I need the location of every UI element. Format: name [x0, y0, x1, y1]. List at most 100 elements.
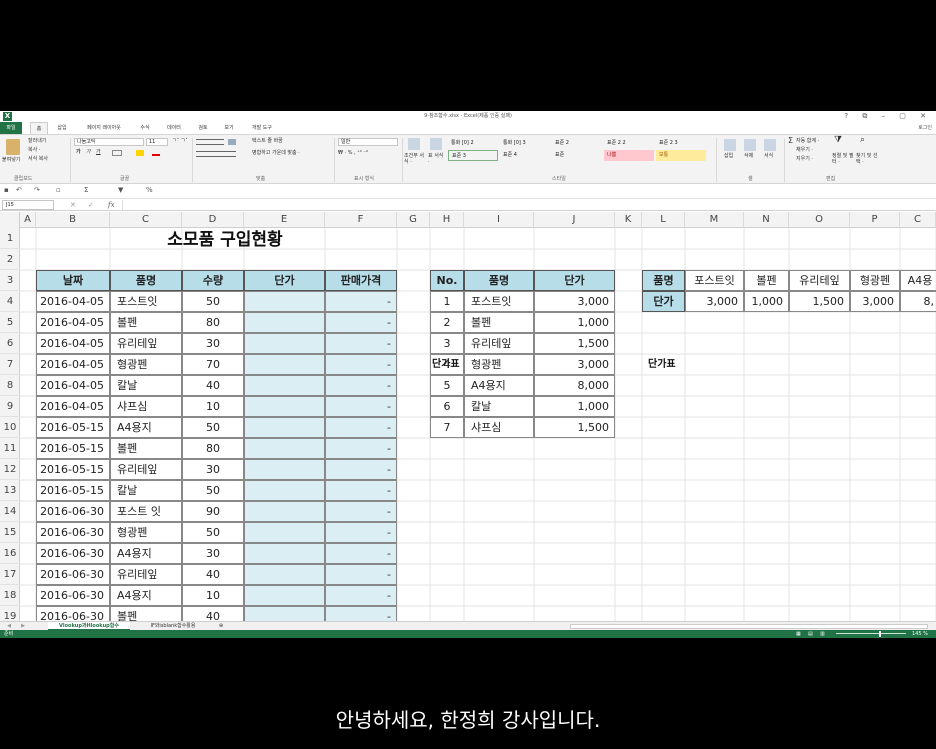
row-header[interactable]: 19: [0, 606, 20, 621]
font-grow-icon[interactable]: ㄱ˄ ㄱ˅: [172, 138, 188, 145]
vlookup-cell-price[interactable]: 3,000: [534, 354, 615, 375]
paste-button[interactable]: 붙여넣기: [2, 157, 20, 164]
style-normal-3[interactable]: 표준 3: [448, 150, 498, 161]
window-controls[interactable]: ? ⧉ – ▢ ✕: [844, 111, 932, 122]
main-cell-total[interactable]: -: [325, 417, 397, 438]
vlookup-cell-price[interactable]: 1,500: [534, 333, 615, 354]
bold-button[interactable]: 가: [76, 149, 81, 156]
row-header[interactable]: 6: [0, 333, 20, 354]
cut-button[interactable]: 잘라내기: [28, 138, 46, 145]
column-header[interactable]: C: [110, 212, 182, 228]
main-cell-price[interactable]: [244, 396, 325, 417]
conditional-format-icon[interactable]: [408, 138, 420, 150]
main-header-cell[interactable]: 판매가격: [325, 270, 397, 291]
main-cell-date[interactable]: 2016-06-30: [36, 585, 110, 606]
style-currency-0-2[interactable]: 통화 [0] 2: [448, 138, 498, 149]
style-neutral[interactable]: 보통: [656, 150, 706, 161]
row-header[interactable]: 13: [0, 480, 20, 501]
merge-center-button[interactable]: 병합하고 가운데 맞춤 ·: [252, 150, 300, 157]
main-cell-date[interactable]: 2016-04-05: [36, 396, 110, 417]
delete-cells-icon[interactable]: [744, 139, 756, 151]
vlookup-cell-item[interactable]: 칼날: [464, 396, 534, 417]
cancel-icon[interactable]: ✕: [70, 199, 76, 212]
main-cell-price[interactable]: [244, 291, 325, 312]
main-cell-total[interactable]: -: [325, 312, 397, 333]
column-header[interactable]: H: [430, 212, 464, 228]
main-cell-item[interactable]: 칼날: [110, 480, 182, 501]
column-header[interactable]: J: [534, 212, 615, 228]
tab-data[interactable]: 데이터: [160, 122, 188, 134]
row-header[interactable]: 1: [0, 228, 20, 249]
delete-cells-button[interactable]: 삭제: [744, 153, 753, 160]
row-header[interactable]: 3: [0, 270, 20, 291]
font-color-icon[interactable]: [152, 150, 160, 156]
worksheet-grid[interactable]: A B C D E F G H I J K L M N O P C 123456…: [0, 212, 936, 621]
main-cell-qty[interactable]: 40: [182, 606, 244, 621]
main-cell-qty[interactable]: 40: [182, 564, 244, 585]
fill-button[interactable]: 채우기 ·: [796, 147, 813, 154]
tab-formulas[interactable]: 수식: [136, 122, 154, 134]
tab-insert[interactable]: 삽입: [52, 122, 72, 134]
format-as-table-button[interactable]: 표 서식 ·: [428, 153, 446, 165]
main-cell-total[interactable]: -: [325, 480, 397, 501]
login-link[interactable]: 로그인: [918, 122, 932, 134]
sort-filter-icon[interactable]: ⧩: [834, 136, 842, 145]
style-bad[interactable]: 나쁨: [604, 150, 654, 161]
main-cell-total[interactable]: -: [325, 564, 397, 585]
main-cell-total[interactable]: -: [325, 585, 397, 606]
hlookup-price-cell[interactable]: 3,000: [850, 291, 900, 312]
main-header-cell[interactable]: 품명: [110, 270, 182, 291]
save-icon[interactable]: ▪: [4, 184, 9, 196]
hlookup-row-label[interactable]: 품명: [642, 270, 685, 291]
style-normal-4[interactable]: 표준 4: [500, 150, 550, 161]
zoom-slider[interactable]: [836, 633, 906, 634]
main-cell-price[interactable]: [244, 333, 325, 354]
underline-button[interactable]: 가: [96, 149, 101, 156]
style-normal[interactable]: 표준: [552, 150, 602, 161]
row-header[interactable]: 8: [0, 375, 20, 396]
main-cell-item[interactable]: A4용지: [110, 543, 182, 564]
main-cell-price[interactable]: [244, 312, 325, 333]
page-break-view-icon[interactable]: ▥: [820, 630, 825, 638]
column-header[interactable]: P: [850, 212, 900, 228]
main-cell-qty[interactable]: 50: [182, 522, 244, 543]
main-cell-price[interactable]: [244, 606, 325, 621]
column-header[interactable]: K: [615, 212, 642, 228]
hlookup-item-cell[interactable]: A4용: [900, 270, 936, 291]
main-cell-item[interactable]: 형광펜: [110, 522, 182, 543]
main-header-cell[interactable]: 날짜: [36, 270, 110, 291]
sort-filter-button[interactable]: 정렬 및 필터 ·: [832, 153, 854, 165]
main-cell-date[interactable]: 2016-04-05: [36, 354, 110, 375]
page-layout-view-icon[interactable]: ▤: [808, 630, 813, 638]
row-header[interactable]: 2: [0, 249, 20, 270]
main-cell-qty[interactable]: 10: [182, 585, 244, 606]
main-cell-total[interactable]: -: [325, 606, 397, 621]
autosum-icon[interactable]: Σ: [788, 137, 793, 145]
hlookup-price-cell[interactable]: 1,500: [789, 291, 850, 312]
tab-review[interactable]: 검토: [192, 122, 214, 134]
main-cell-price[interactable]: [244, 501, 325, 522]
main-cell-item[interactable]: 유리테잎: [110, 333, 182, 354]
tab-view[interactable]: 보기: [218, 122, 240, 134]
main-cell-price[interactable]: [244, 459, 325, 480]
main-cell-item[interactable]: A4용지: [110, 585, 182, 606]
column-header[interactable]: A: [20, 212, 36, 228]
main-cell-total[interactable]: -: [325, 333, 397, 354]
number-format-icons[interactable]: ₩ · % , ⁺⁰ ⁻⁰: [338, 150, 368, 157]
main-cell-date[interactable]: 2016-06-30: [36, 543, 110, 564]
autosum-button[interactable]: 자동 합계 ·: [796, 138, 819, 145]
format-cells-icon[interactable]: [764, 139, 776, 151]
insert-cells-icon[interactable]: [724, 139, 736, 151]
main-cell-qty[interactable]: 50: [182, 480, 244, 501]
hlookup-price-cell[interactable]: 3,000: [685, 291, 744, 312]
vlookup-cell-no[interactable]: 6: [430, 396, 464, 417]
column-header[interactable]: B: [36, 212, 110, 228]
select-all-corner[interactable]: [0, 212, 20, 228]
column-header[interactable]: C: [900, 212, 936, 228]
vlookup-header-cell[interactable]: 단가: [534, 270, 615, 291]
tab-file[interactable]: 파일: [0, 122, 22, 134]
normal-view-icon[interactable]: ▦: [796, 630, 801, 638]
main-cell-item[interactable]: 포스트 잇: [110, 501, 182, 522]
wrap-text-button[interactable]: 텍스트 줄 바꿈: [252, 138, 283, 145]
main-cell-price[interactable]: [244, 354, 325, 375]
